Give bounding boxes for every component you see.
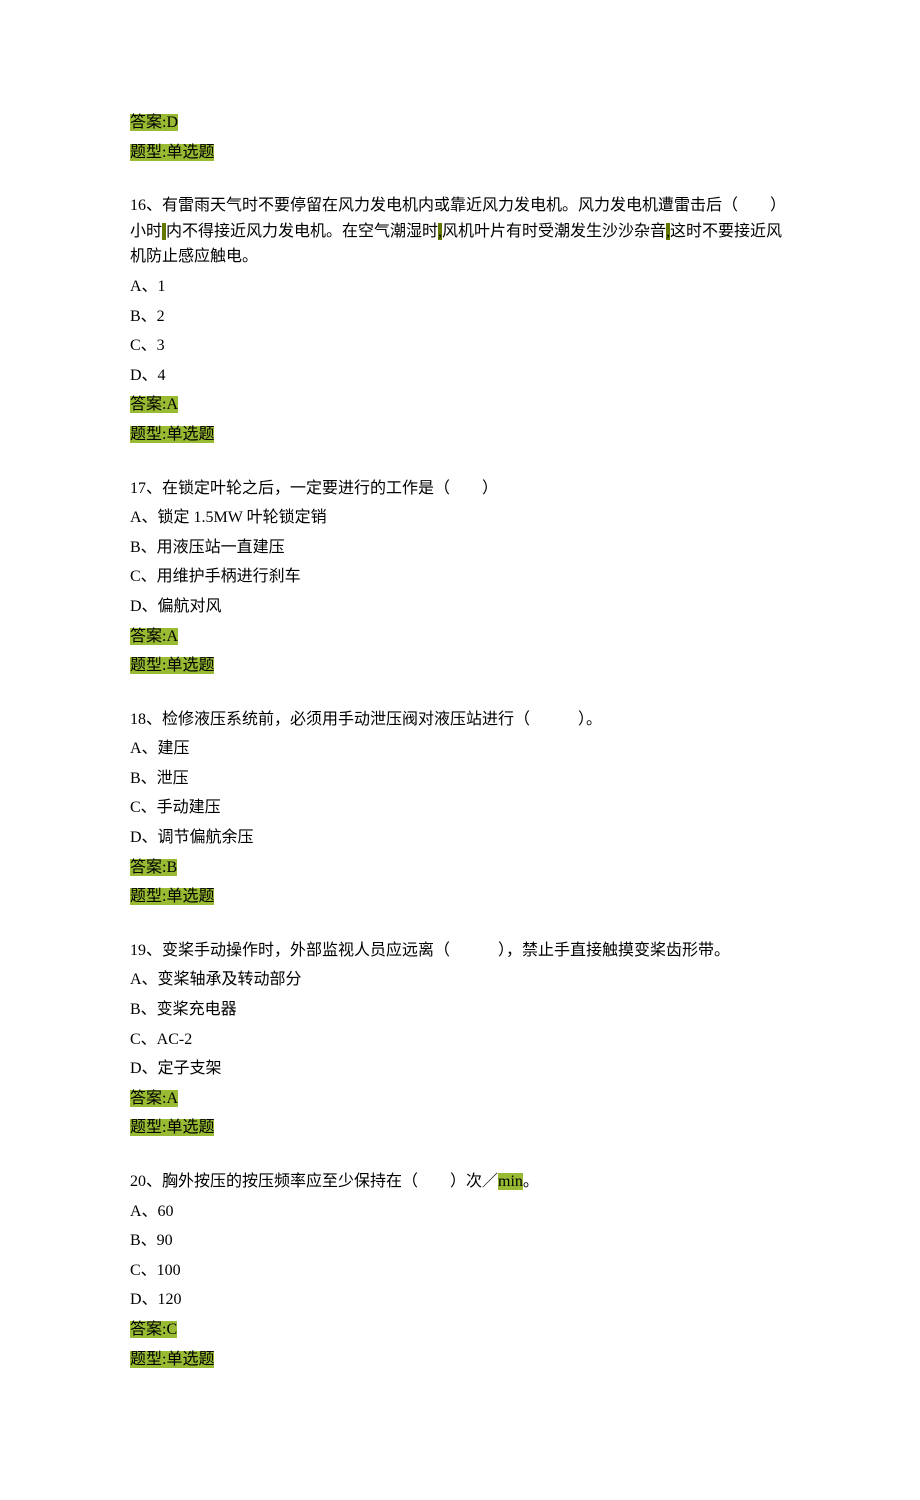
type-label: 题型:单选题	[130, 657, 214, 674]
question-20: 20、胸外按压的按压频率应至少保持在（ ）次／min。 A、60 B、90 C、…	[130, 1169, 790, 1372]
question-17: 17、在锁定叶轮之后，一定要进行的工作是（ ） A、锁定 1.5MW 叶轮锁定销…	[130, 476, 790, 679]
stem-part-0: 20、胸外按压的按压频率应至少保持在（ ）次／	[130, 1173, 498, 1190]
question-stem: 20、胸外按压的按压频率应至少保持在（ ）次／min。	[130, 1169, 790, 1195]
answer-line: 答案:D	[130, 110, 790, 136]
answer-label: 答案:A	[130, 396, 178, 413]
answer-prefix: 答案:	[130, 114, 166, 131]
answer-value: C	[166, 1321, 177, 1338]
answer-value: B	[166, 859, 177, 876]
type-label: 题型:单选题	[130, 1119, 214, 1136]
type-line: 题型:单选题	[130, 140, 790, 166]
answer-value: A	[166, 1090, 178, 1107]
answer-label: 答案:A	[130, 1090, 178, 1107]
stem-part-2: 。	[523, 1173, 539, 1190]
type-line: 题型:单选题	[130, 884, 790, 910]
option-c: C、3	[130, 333, 790, 359]
answer-prefix: 答案:	[130, 1090, 166, 1107]
type-label: 题型:单选题	[130, 1351, 214, 1368]
option-c: C、AC-2	[130, 1027, 790, 1053]
stem-part-2: 风机叶片有时受潮发生沙沙杂音	[442, 223, 666, 240]
option-c: C、100	[130, 1258, 790, 1284]
option-b: B、泄压	[130, 766, 790, 792]
answer-line: 答案:C	[130, 1317, 790, 1343]
answer-line: 答案:B	[130, 855, 790, 881]
type-label: 题型:单选题	[130, 888, 214, 905]
stem-part-1: 内不得接近风力发电机。在空气潮湿时	[166, 223, 438, 240]
option-c: C、手动建压	[130, 795, 790, 821]
option-b: B、用液压站一直建压	[130, 535, 790, 561]
type-line: 题型:单选题	[130, 1115, 790, 1141]
answer-label: 答案:D	[130, 114, 178, 131]
type-label: 题型:单选题	[130, 144, 214, 161]
option-c: C、用维护手柄进行刹车	[130, 564, 790, 590]
option-d: D、120	[130, 1287, 790, 1313]
question-stem: 16、有雷雨天气时不要停留在风力发电机内或靠近风力发电机。风力发电机遭雷击后（ …	[130, 193, 790, 270]
question-stem: 19、变桨手动操作时，外部监视人员应远离（ ），禁止手直接触摸变桨齿形带。	[130, 938, 790, 964]
type-label: 题型:单选题	[130, 426, 214, 443]
top-answer-block: 答案:D 题型:单选题	[130, 110, 790, 165]
question-stem: 17、在锁定叶轮之后，一定要进行的工作是（ ）	[130, 476, 790, 502]
question-16: 16、有雷雨天气时不要停留在风力发电机内或靠近风力发电机。风力发电机遭雷击后（ …	[130, 193, 790, 447]
answer-prefix: 答案:	[130, 859, 166, 876]
answer-line: 答案:A	[130, 1086, 790, 1112]
answer-prefix: 答案:	[130, 628, 166, 645]
option-a: A、锁定 1.5MW 叶轮锁定销	[130, 505, 790, 531]
question-19: 19、变桨手动操作时，外部监视人员应远离（ ），禁止手直接触摸变桨齿形带。 A、…	[130, 938, 790, 1141]
type-line: 题型:单选题	[130, 653, 790, 679]
answer-label: 答案:B	[130, 859, 177, 876]
option-a: A、1	[130, 274, 790, 300]
question-18: 18、检修液压系统前，必须用手动泄压阀对液压站进行（ ）。 A、建压 B、泄压 …	[130, 707, 790, 910]
option-a: A、60	[130, 1199, 790, 1225]
answer-label: 答案:A	[130, 628, 178, 645]
option-d: D、偏航对风	[130, 594, 790, 620]
answer-line: 答案:A	[130, 392, 790, 418]
answer-prefix: 答案:	[130, 396, 166, 413]
answer-value: A	[166, 396, 178, 413]
type-line: 题型:单选题	[130, 422, 790, 448]
answer-line: 答案:A	[130, 624, 790, 650]
answer-prefix: 答案:	[130, 1321, 166, 1338]
option-d: D、调节偏航余压	[130, 825, 790, 851]
option-d: D、定子支架	[130, 1056, 790, 1082]
question-stem: 18、检修液压系统前，必须用手动泄压阀对液压站进行（ ）。	[130, 707, 790, 733]
option-b: B、变桨充电器	[130, 997, 790, 1023]
option-d: D、4	[130, 363, 790, 389]
option-b: B、2	[130, 304, 790, 330]
option-a: A、变桨轴承及转动部分	[130, 967, 790, 993]
option-b: B、90	[130, 1228, 790, 1254]
stem-highlight-min: min	[498, 1173, 523, 1190]
answer-value: D	[166, 114, 178, 131]
option-a: A、建压	[130, 736, 790, 762]
answer-label: 答案:C	[130, 1321, 177, 1338]
type-line: 题型:单选题	[130, 1347, 790, 1373]
answer-value: A	[166, 628, 178, 645]
